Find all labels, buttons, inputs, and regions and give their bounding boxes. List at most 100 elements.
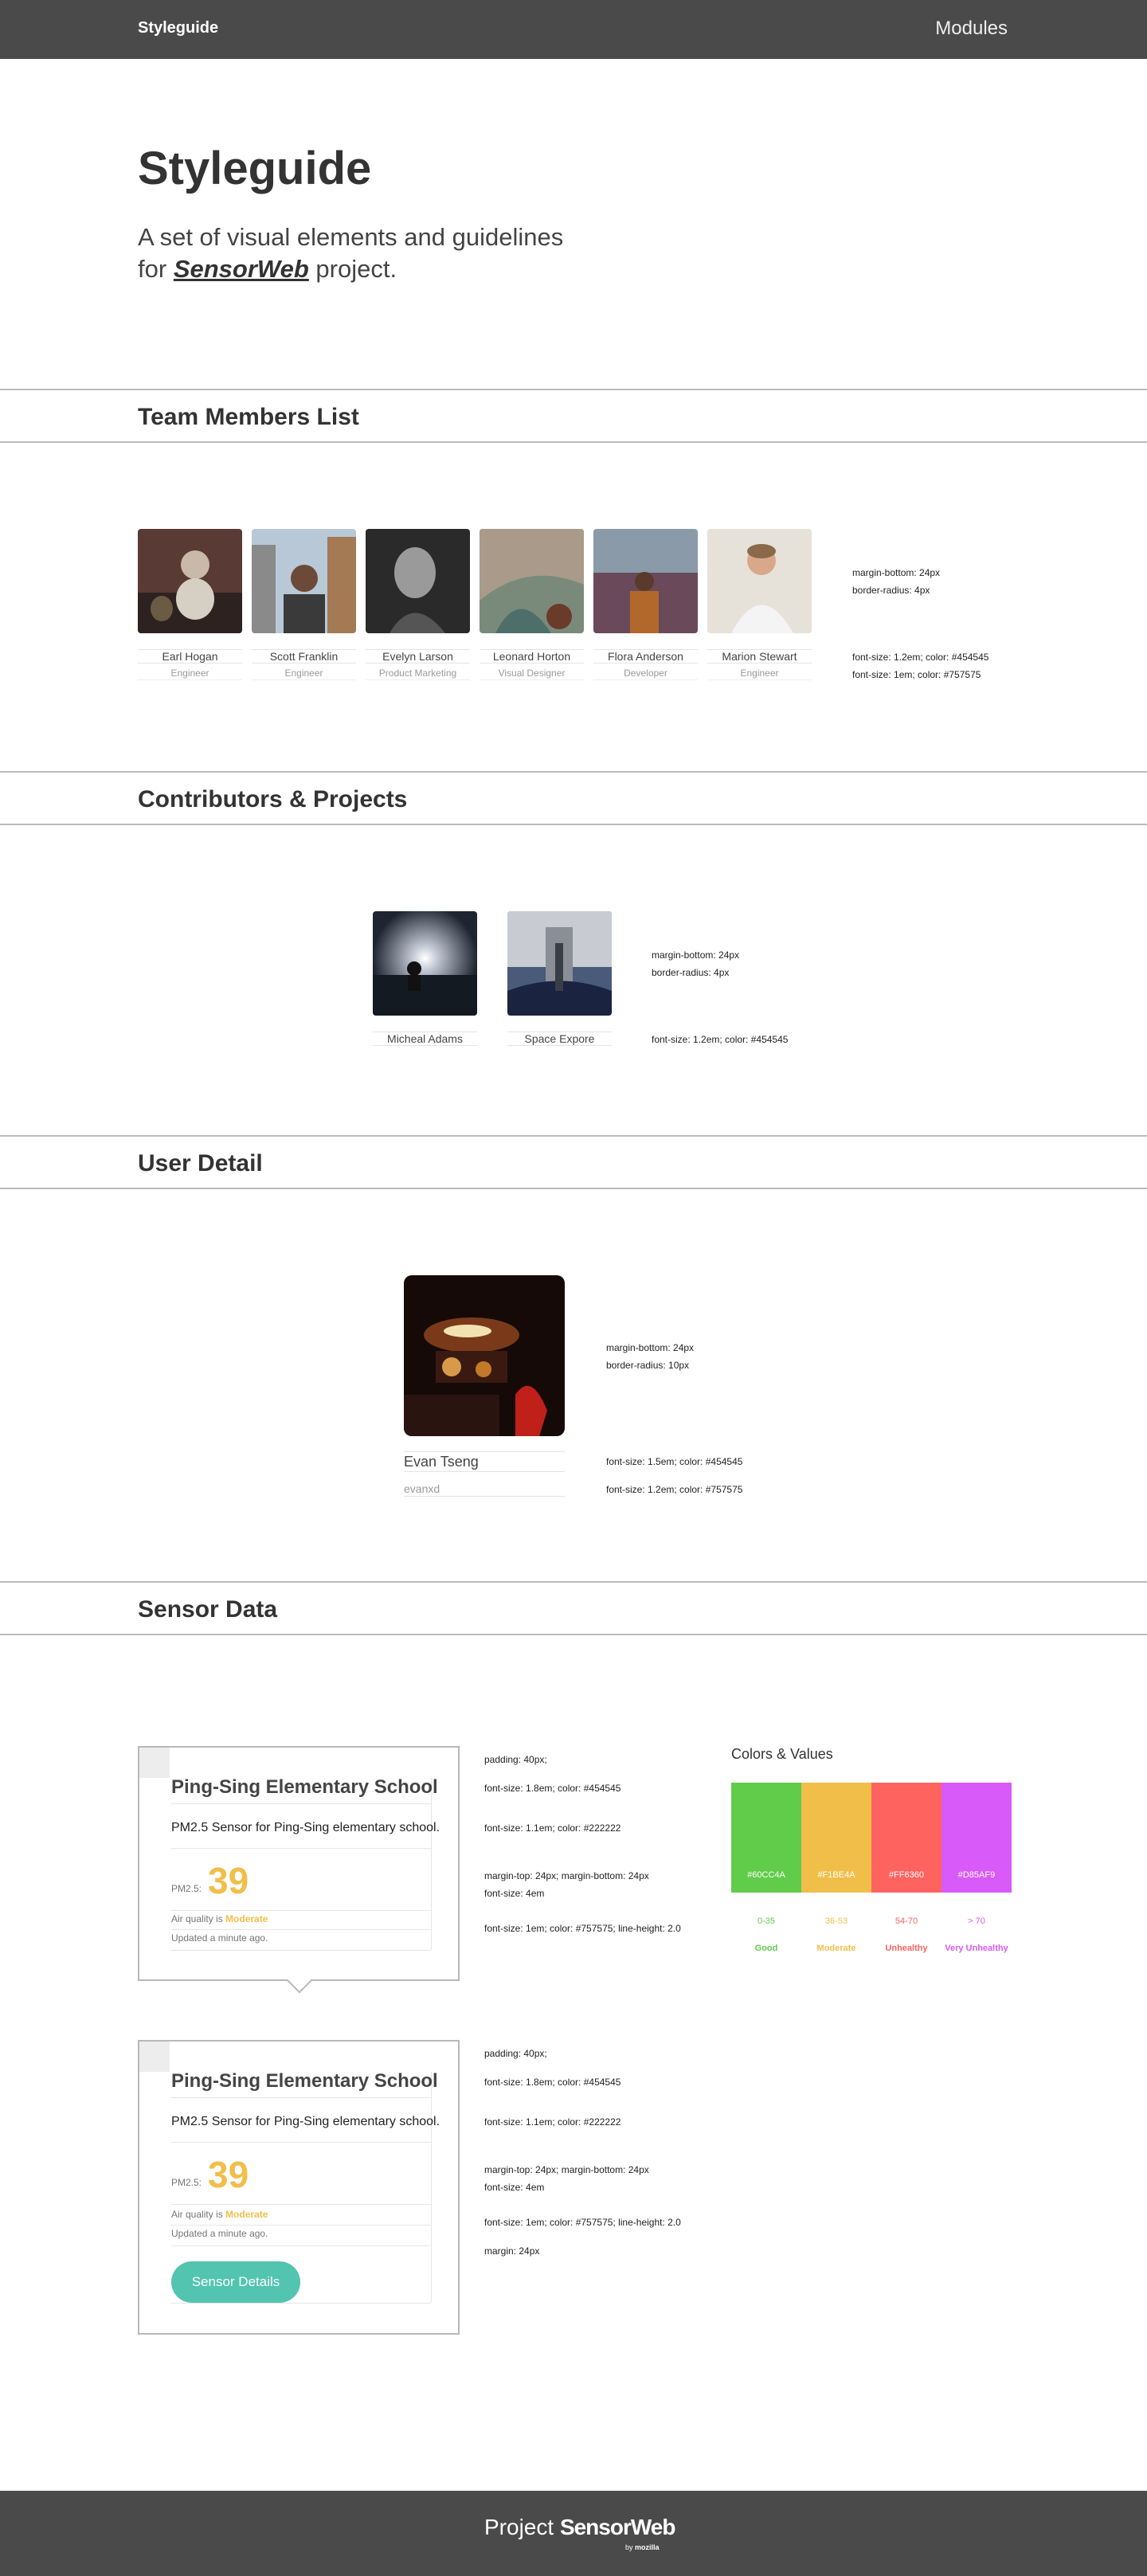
- user-name: Evan Tseng: [404, 1451, 565, 1472]
- colors-title: Colors & Values: [731, 1746, 833, 1762]
- section-team-header: Team Members List: [0, 389, 1147, 443]
- card-corner: [139, 1748, 170, 1778]
- member-photo[interactable]: [252, 529, 356, 633]
- card-guide: [171, 2303, 431, 2304]
- sensor-card-with-button[interactable]: Ping-Sing Elementary School PM2.5 Sensor…: [138, 2040, 460, 2335]
- member-role: Engineer: [252, 667, 356, 680]
- updated-text: Updated a minute ago.: [171, 1932, 268, 1944]
- member-photo[interactable]: [138, 529, 242, 633]
- nav-modules-link[interactable]: Modules: [935, 18, 1008, 40]
- page-title: Styleguide: [138, 143, 372, 194]
- footer-logo[interactable]: Project SensorWeb: [484, 2515, 675, 2540]
- color-swatch: #F1BE4A: [801, 1783, 871, 1893]
- color-swatch: #FF6360: [871, 1783, 941, 1893]
- user-handle: evanxd: [404, 1481, 565, 1497]
- card-guide: [431, 1778, 432, 1950]
- card-guide: [171, 1929, 431, 1930]
- member-name[interactable]: Scott Franklin: [252, 649, 356, 664]
- spec-note: font-size: 1.1em; color: #222222: [484, 2116, 621, 2128]
- air-quality-text: Air quality is Moderate: [171, 2209, 268, 2220]
- member-name[interactable]: Leonard Horton: [480, 649, 584, 664]
- card-guide: [171, 2142, 431, 2143]
- logo-prefix: Project: [484, 2515, 554, 2539]
- card-guide: [171, 2097, 431, 2098]
- swatch-hex: #60CC4A: [747, 1870, 785, 1880]
- card-corner: [139, 2042, 170, 2072]
- top-bar: Styleguide Modules: [0, 0, 1147, 59]
- air-quality-text: Air quality is Moderate: [171, 1913, 268, 1924]
- card-guide: [171, 1803, 431, 1804]
- card-description: PM2.5 Sensor for Ping-Sing elementary sc…: [171, 2115, 440, 2128]
- member-role: Developer: [593, 667, 698, 680]
- pm-value: 39: [208, 1860, 249, 1901]
- spec-note: font-size: 1em; color: #757575; line-hei…: [484, 1923, 681, 1934]
- card-guide: [171, 2245, 431, 2246]
- swatch-level: Very Unhealthy: [945, 1944, 1008, 1953]
- section-title: Team Members List: [138, 404, 359, 430]
- member-name[interactable]: Evelyn Larson: [366, 649, 470, 664]
- pm-label: PM2.5:: [171, 1883, 202, 1894]
- swatch-level: Unhealthy: [885, 1944, 928, 1953]
- aq-level: Moderate: [225, 2209, 268, 2220]
- card-title: Ping-Sing Elementary School: [171, 2070, 438, 2092]
- spec-note: font-size: 1.2em; color: #757575: [606, 1484, 743, 1495]
- spec-note: border-radius: 4px: [652, 967, 730, 978]
- footer-by: by mozilla: [625, 2543, 660, 2551]
- card-guide: [171, 1950, 431, 1951]
- brand-link[interactable]: Styleguide: [138, 19, 218, 37]
- sensorweb-link[interactable]: SensorWeb: [174, 255, 309, 283]
- spec-note: font-size: 1em; color: #757575: [852, 669, 981, 680]
- card-pointer: [287, 1968, 312, 1994]
- section-title: Contributors & Projects: [138, 786, 408, 812]
- card-title: Ping-Sing Elementary School: [171, 1776, 438, 1798]
- member-name[interactable]: Marion Stewart: [707, 649, 812, 664]
- card-guide: [171, 1910, 431, 1911]
- updated-text: Updated a minute ago.: [171, 2228, 268, 2239]
- spec-note: margin: 24px: [484, 2245, 540, 2257]
- member-role: Visual Designer: [480, 667, 584, 680]
- spec-note: padding: 40px;: [484, 1754, 547, 1765]
- contributor-name[interactable]: Micheal Adams: [373, 1032, 477, 1046]
- card-description: PM2.5 Sensor for Ping-Sing elementary sc…: [171, 1821, 440, 1834]
- spec-note: font-size: 1.8em; color: #454545: [484, 2077, 621, 2088]
- spec-note: margin-bottom: 24px: [606, 1342, 695, 1353]
- subtitle-end: project.: [315, 255, 397, 283]
- spec-note: font-size: 1.1em; color: #222222: [484, 1822, 621, 1834]
- swatch-range: 36-53: [824, 1916, 848, 1926]
- page-subtitle: A set of visual elements and guidelines …: [138, 221, 616, 285]
- card-guide: [171, 1848, 431, 1849]
- sensor-card[interactable]: Ping-Sing Elementary School PM2.5 Sensor…: [138, 1746, 460, 1994]
- contributor-photo[interactable]: [507, 911, 612, 1016]
- swatch-level: Good: [754, 1944, 778, 1953]
- card-guide: [171, 2225, 431, 2226]
- spec-note: margin-top: 24px; margin-bottom: 24px: [484, 2164, 649, 2175]
- member-photo[interactable]: [480, 529, 584, 633]
- by-name: mozilla: [635, 2543, 660, 2551]
- subtitle-for: for: [138, 255, 167, 283]
- member-role: Engineer: [138, 667, 242, 680]
- card-guide: [171, 2204, 431, 2205]
- section-user-header: User Detail: [0, 1135, 1147, 1189]
- member-photo[interactable]: [707, 529, 812, 633]
- member-role: Product Marketing: [366, 667, 470, 680]
- contributor-name[interactable]: Space Expore: [507, 1032, 612, 1046]
- logo-name: SensorWeb: [559, 2515, 676, 2539]
- swatch-hex: #FF6360: [888, 1870, 925, 1880]
- section-contributors-header: Contributors & Projects: [0, 771, 1147, 825]
- spec-note: padding: 40px;: [484, 2048, 547, 2059]
- pm-label: PM2.5:: [171, 2177, 202, 2188]
- member-photo[interactable]: [593, 529, 698, 633]
- subtitle-line1: A set of visual elements and guidelines: [138, 223, 564, 251]
- section-sensor-header: Sensor Data: [0, 1581, 1147, 1635]
- aq-prefix: Air quality is: [171, 2209, 223, 2220]
- member-name[interactable]: Flora Anderson: [593, 649, 698, 664]
- pm-value: 39: [208, 2154, 249, 2195]
- section-title: Sensor Data: [138, 1596, 278, 1623]
- member-photo[interactable]: [366, 529, 470, 633]
- spec-note: margin-bottom: 24px: [652, 949, 740, 961]
- contributor-photo[interactable]: [373, 911, 477, 1016]
- aq-level: Moderate: [225, 1913, 268, 1924]
- sensor-details-button[interactable]: Sensor Details: [171, 2261, 300, 2303]
- user-avatar[interactable]: [404, 1275, 565, 1436]
- member-name[interactable]: Earl Hogan: [138, 649, 242, 664]
